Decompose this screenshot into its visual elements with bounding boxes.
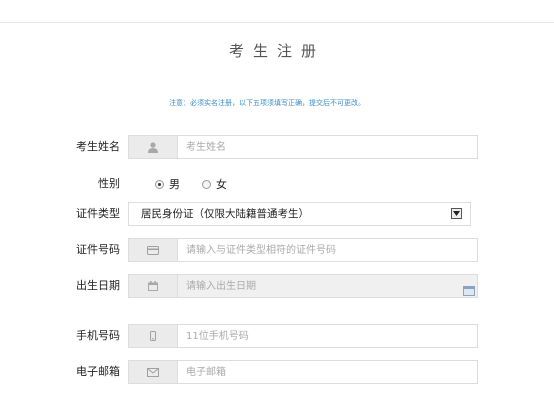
registration-notice: 注意：必须实名注册，以下五项须填写正确，提交后不可更改。 [169,99,365,107]
envelope-icon [129,361,178,383]
date-picker-icon[interactable] [463,281,475,300]
id-card-icon [129,239,178,261]
id-type-select[interactable]: 居民身份证（仅限大陆籍普通考生） [128,202,471,226]
gender-male-label: 男 [169,178,180,191]
email-field [128,360,478,384]
phone-label: 手机号码 [76,329,120,342]
birth-date-input[interactable] [186,275,456,297]
name-input[interactable] [186,136,456,158]
phone-field [128,324,478,348]
id-number-field [128,238,478,262]
email-input[interactable] [186,361,456,383]
page-title: 考生注册 [228,42,325,60]
birth-date-field [128,274,478,298]
dropdown-arrow-icon[interactable] [451,208,462,219]
name-label: 考生姓名 [76,140,120,153]
gender-female-label: 女 [216,178,227,191]
id-type-label: 证件类型 [76,207,120,220]
calendar-icon [129,275,178,297]
phone-input[interactable] [186,325,456,347]
user-icon [129,136,178,158]
birth-date-label: 出生日期 [76,279,120,292]
radio-selected-icon [155,179,164,189]
id-number-input[interactable] [186,239,456,261]
gender-male-radio[interactable]: 男 [155,176,180,192]
gender-radio-group: 男 女 [155,172,249,196]
mobile-phone-icon [129,325,178,347]
email-label: 电子邮箱 [76,365,120,378]
id-number-label: 证件号码 [76,243,120,256]
top-divider [0,22,554,23]
id-type-value: 居民身份证（仅限大陆籍普通考生） [141,208,309,220]
gender-female-radio[interactable]: 女 [202,176,227,192]
name-field [128,135,478,159]
radio-unselected-icon [202,179,211,189]
gender-label: 性别 [98,177,120,190]
